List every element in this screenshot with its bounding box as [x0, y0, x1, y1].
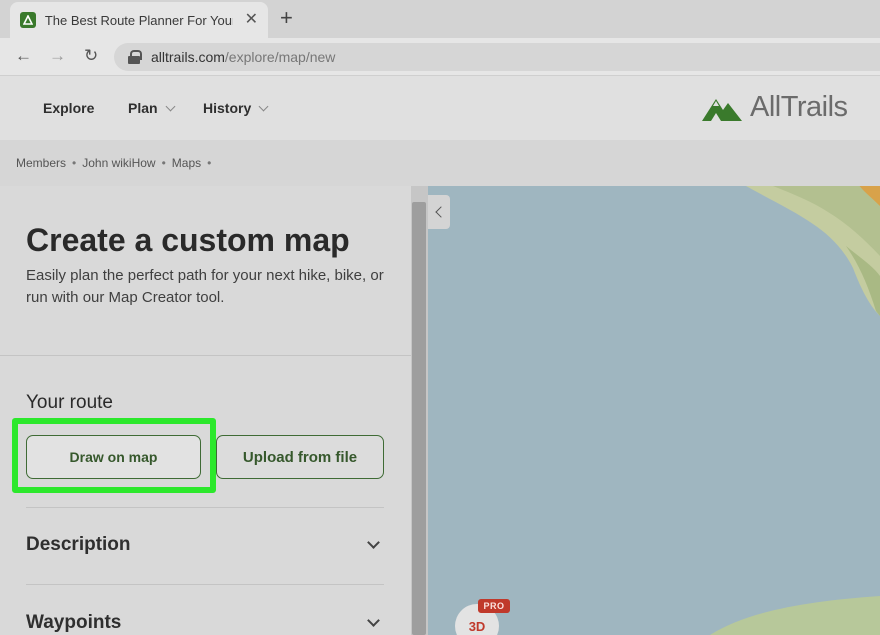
site-header: Explore Plan History AllTrails	[0, 76, 880, 140]
logo-wordmark: AllTrails	[750, 91, 848, 123]
nav-explore-label: Explore	[43, 100, 95, 116]
nav-explore[interactable]: Explore	[43, 100, 94, 116]
collapse-panel-button[interactable]	[428, 195, 450, 229]
map-terrain	[710, 186, 880, 635]
url-path: /explore/map/new	[224, 49, 336, 65]
browser-window: The Best Route Planner For Your ✕ + ← → …	[0, 0, 880, 635]
chevron-down-icon	[367, 613, 380, 627]
tab-strip: The Best Route Planner For Your ✕ +	[0, 0, 880, 38]
forward-arrow-icon[interactable]: →	[49, 47, 66, 64]
breadcrumb-user[interactable]: John wikiHow	[82, 156, 155, 170]
chevron-down-icon	[367, 535, 380, 549]
tab-title: The Best Route Planner For Your	[44, 12, 233, 28]
nav-history[interactable]: History	[203, 100, 269, 116]
pro-badge: PRO	[478, 599, 510, 613]
divider	[26, 584, 384, 585]
divider	[26, 507, 384, 508]
chevron-left-icon	[434, 206, 447, 218]
nav-plan[interactable]: Plan	[128, 100, 176, 116]
url-host: alltrails.com	[151, 49, 225, 65]
back-arrow-icon[interactable]: ←	[15, 47, 32, 64]
breadcrumb-bar: Members • John wikiHow • Maps •	[0, 140, 880, 186]
breadcrumb-separator: •	[207, 156, 212, 170]
nav-history-label: History	[203, 100, 252, 116]
new-tab-button[interactable]: +	[280, 7, 293, 29]
address-bar: ← → ↻ alltrails.com/explore/map/new	[0, 38, 880, 76]
scrollbar-thumb[interactable]	[412, 202, 426, 635]
reload-icon[interactable]: ↻	[84, 47, 98, 64]
breadcrumb-maps[interactable]: Maps	[172, 156, 201, 170]
close-tab-icon[interactable]: ✕	[245, 12, 258, 28]
upload-from-file-button[interactable]: Upload from file	[216, 435, 384, 479]
alltrails-favicon-icon	[20, 12, 36, 28]
breadcrumb: Members • John wikiHow • Maps •	[16, 156, 217, 170]
alltrails-logo[interactable]: AllTrails	[700, 91, 848, 124]
description-section-title: Description	[26, 534, 131, 555]
map-canvas[interactable]	[428, 186, 880, 635]
breadcrumb-members[interactable]: Members	[16, 156, 66, 170]
page-title: Create a custom map	[26, 222, 350, 258]
lock-icon[interactable]	[128, 50, 142, 64]
breadcrumb-separator: •	[72, 156, 77, 170]
chevron-down-icon	[165, 101, 176, 111]
page-description: Easily plan the perfect path for your ne…	[26, 267, 384, 306]
chevron-down-icon	[258, 101, 269, 111]
draw-on-map-button[interactable]: Draw on map	[26, 435, 201, 479]
breadcrumb-separator: •	[161, 156, 166, 170]
waypoints-section-toggle[interactable]: Waypoints	[26, 603, 384, 635]
mountain-logo-icon	[702, 98, 742, 121]
browser-tab[interactable]: The Best Route Planner For Your ✕	[10, 2, 268, 38]
nav-plan-label: Plan	[128, 100, 158, 116]
url-input[interactable]: alltrails.com/explore/map/new	[114, 43, 880, 71]
description-section-toggle[interactable]: Description	[26, 525, 384, 565]
divider	[0, 355, 411, 356]
your-route-heading: Your route	[26, 392, 113, 413]
waypoints-section-title: Waypoints	[26, 612, 122, 633]
